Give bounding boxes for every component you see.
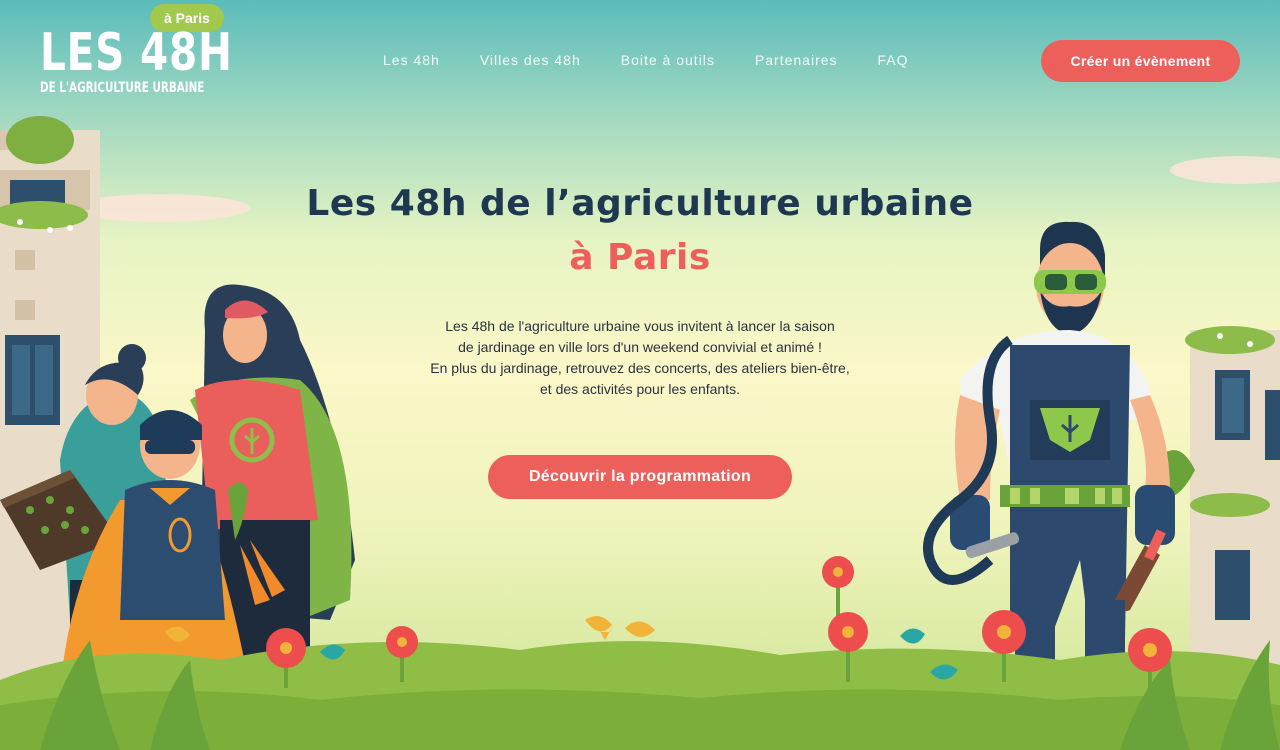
discover-program-button[interactable]: Découvrir la programmation [488,455,792,499]
create-event-button[interactable]: Créer un évènement [1041,40,1240,82]
grass-icon [0,640,1280,750]
site-logo[interactable]: à Paris LES 48H DE L'AGRICULTURE URBAINE [40,4,287,96]
nav-item-boite-outils[interactable]: Boite à outils [621,52,715,68]
hero-section: à Paris LES 48H DE L'AGRICULTURE URBAINE… [0,0,1280,750]
hero-description: Les 48h de l'agriculture urbaine vous in… [390,316,890,400]
main-nav: Les 48h Villes des 48h Boite à outils Pa… [383,52,909,68]
nav-item-faq[interactable]: FAQ [878,52,909,68]
nav-item-les-48h[interactable]: Les 48h [383,52,440,68]
description-line: En plus du jardinage, retrouvez des conc… [430,360,850,376]
logo-subtitle: DE L'AGRICULTURE URBAINE [40,80,205,96]
gardener-hero-icon [923,221,1175,690]
description-line: Les 48h de l'agriculture urbaine vous in… [445,318,835,334]
nav-item-villes[interactable]: Villes des 48h [480,52,581,68]
description-line: et des activités pour les enfants. [540,381,740,397]
description-line: de jardinage en ville lors d'un weekend … [458,339,822,355]
hero-subtitle: à Paris [569,237,711,278]
logo-title: LES 48H [40,23,233,83]
nav-item-partenaires[interactable]: Partenaires [755,52,838,68]
hero-title: Les 48h de l’agriculture urbaine [306,183,974,224]
